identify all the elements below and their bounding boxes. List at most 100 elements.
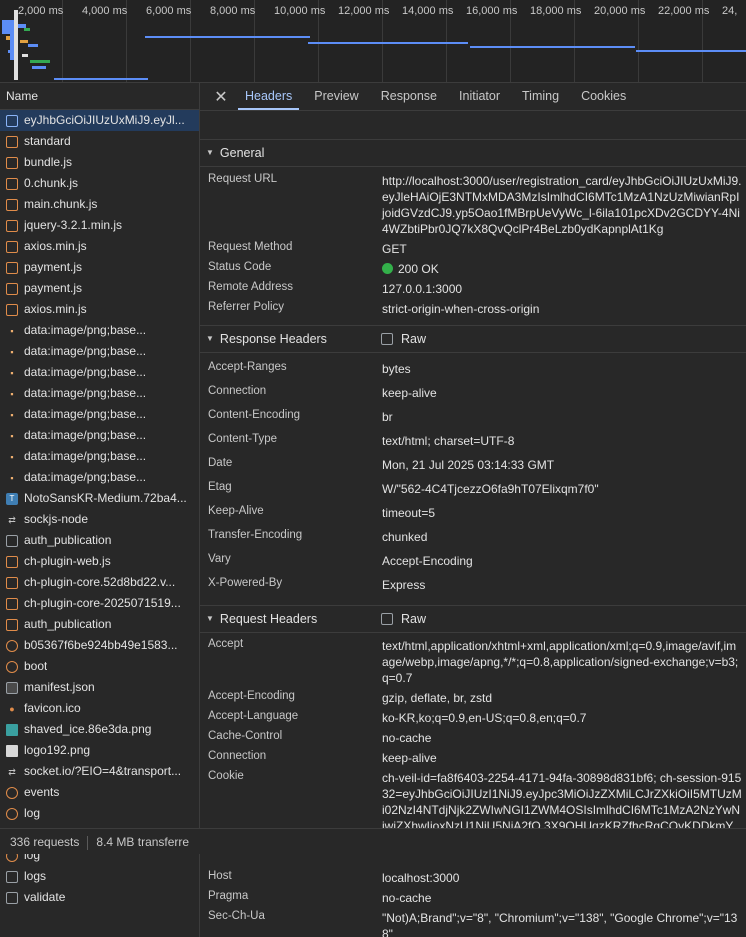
request-name: data:image/png;base... — [24, 344, 147, 358]
request-row[interactable]: ▪ data:image/png;base... — [0, 320, 199, 341]
request-row[interactable]: ▪ data:image/png;base... — [0, 425, 199, 446]
request-row[interactable]: ch-plugin-core-2025071519... — [0, 593, 199, 614]
request-name: log — [24, 806, 41, 820]
tab-cookies[interactable]: Cookies — [570, 83, 637, 110]
request-row[interactable]: logo192.png — [0, 740, 199, 761]
general-section-header[interactable]: ▼ General — [200, 139, 746, 167]
request-row[interactable]: log — [0, 803, 199, 824]
request-row[interactable]: auth_publication — [0, 530, 199, 551]
section-title: Request Headers — [219, 612, 318, 626]
timeline-tick-label: 4,000 ms — [82, 5, 128, 17]
header-value[interactable]: no-cache — [382, 730, 742, 746]
request-row[interactable]: ch-plugin-web.js — [0, 551, 199, 572]
request-row[interactable]: ⇄ socket.io/?EIO=4&transport... — [0, 761, 199, 782]
request-row[interactable]: ▪ data:image/png;base... — [0, 467, 199, 488]
header-value[interactable]: GET — [382, 241, 742, 257]
request-row[interactable]: bundle.js — [0, 152, 199, 173]
request-row[interactable]: axios.min.js — [0, 299, 199, 320]
request-row[interactable]: boot — [0, 656, 199, 677]
timeline-tick-label: 24, — [722, 5, 738, 17]
img-file-icon: ▪ — [10, 346, 14, 357]
tab-initiator[interactable]: Initiator — [448, 83, 511, 110]
request-row[interactable]: jquery-3.2.1.min.js — [0, 215, 199, 236]
request-row[interactable]: standard — [0, 131, 199, 152]
js-file-icon — [6, 576, 18, 589]
header-value[interactable]: 200 OK — [382, 261, 742, 277]
tab-preview[interactable]: Preview — [303, 83, 369, 110]
raw-toggle[interactable]: Raw — [381, 326, 426, 352]
request-row[interactable]: ▪ data:image/png;base... — [0, 362, 199, 383]
request-row[interactable]: ch-plugin-core.52d8bd22.v... — [0, 572, 199, 593]
tab-headers[interactable]: Headers — [234, 83, 303, 110]
header-value[interactable]: http://localhost:3000/user/registration_… — [382, 173, 742, 237]
xhr-file-icon — [6, 786, 18, 799]
header-value[interactable]: ko-KR,ko;q=0.9,en-US;q=0.8,en;q=0.7 — [382, 710, 742, 726]
header-value[interactable]: localhost:3000 — [382, 870, 742, 886]
raw-toggle[interactable]: Raw — [381, 606, 426, 632]
request-row[interactable]: validate — [0, 887, 199, 908]
request-row[interactable]: b05367f6be924bb49e1583... — [0, 635, 199, 656]
raw-checkbox[interactable] — [381, 333, 393, 345]
raw-checkbox[interactable] — [381, 613, 393, 625]
name-column-header[interactable]: Name — [0, 83, 199, 110]
request-name: shaved_ice.86e3da.png — [24, 722, 152, 736]
request-row[interactable]: eyJhbGciOiJIUzUxMiJ9.eyJl... — [0, 110, 199, 131]
img-file-icon: ▪ — [10, 409, 14, 420]
header-value[interactable]: gzip, deflate, br, zstd — [382, 690, 742, 706]
xhr-file-icon — [6, 639, 18, 652]
request-row[interactable]: ▪ data:image/png;base... — [0, 341, 199, 362]
request-row[interactable]: logs — [0, 866, 199, 887]
tab-timing[interactable]: Timing — [511, 83, 570, 110]
request-name: auth_publication — [24, 617, 112, 631]
request-details-panel: ✕ Headers Preview Response Initiator Timing C… — [200, 83, 746, 937]
header-value[interactable]: Mon, 21 Jul 2025 03:14:33 GMT — [382, 457, 742, 473]
header-value[interactable]: text/html,application/xhtml+xml,applicat… — [382, 638, 742, 686]
request-name: eyJhbGciOiJIUzUxMiJ9.eyJl... — [24, 113, 185, 127]
header-value[interactable]: text/html; charset=UTF-8 — [382, 433, 742, 449]
request-row[interactable]: ▪ data:image/png;base... — [0, 446, 199, 467]
header-value[interactable]: chunked — [382, 529, 742, 545]
header-value[interactable]: Accept-Encoding — [382, 553, 742, 569]
request-row[interactable]: auth_publication — [0, 614, 199, 635]
request-row[interactable]: shaved_ice.86e3da.png — [0, 719, 199, 740]
header-value[interactable]: bytes — [382, 361, 742, 377]
img-file-icon: ▪ — [10, 451, 14, 462]
request-row[interactable]: ▪ data:image/png;base... — [0, 383, 199, 404]
raw-label: Raw — [401, 332, 427, 346]
blank-file-icon — [6, 891, 18, 904]
header-name: Cookie — [208, 770, 244, 782]
network-overview-timeline[interactable]: 2,000 ms 4,000 ms 6,000 ms 8,000 ms 10,000 m… — [0, 0, 746, 83]
request-row[interactable]: T NotoSansKR-Medium.72ba4... — [0, 488, 199, 509]
timeline-tick-label: 14,000 ms — [402, 5, 454, 17]
fav-file-icon: ● — [9, 703, 15, 714]
header-value[interactable]: keep-alive — [382, 750, 742, 766]
request-row[interactable]: main.chunk.js — [0, 194, 199, 215]
request-row[interactable]: 0.chunk.js — [0, 173, 199, 194]
header-value[interactable]: Express — [382, 577, 742, 593]
response-section-header[interactable]: ▼ Response Headers Raw — [200, 325, 746, 353]
request-row[interactable]: ⇄ sockjs-node — [0, 509, 199, 530]
header-name: Etag — [208, 481, 232, 493]
close-icon[interactable]: ✕ — [208, 83, 234, 110]
request-row[interactable]: manifest.json — [0, 677, 199, 698]
request-row[interactable]: payment.js — [0, 278, 199, 299]
header-value[interactable]: timeout=5 — [382, 505, 742, 521]
request-row[interactable]: axios.min.js — [0, 236, 199, 257]
header-value[interactable]: keep-alive — [382, 385, 742, 401]
header-value[interactable]: br — [382, 409, 742, 425]
request-row[interactable]: payment.js — [0, 257, 199, 278]
doc-file-icon — [6, 114, 18, 127]
tab-response[interactable]: Response — [370, 83, 448, 110]
header-value[interactable]: no-cache — [382, 890, 742, 906]
request-section-header[interactable]: ▼ Request Headers Raw — [200, 605, 746, 633]
request-row[interactable]: ▪ data:image/png;base... — [0, 404, 199, 425]
header-value[interactable]: "Not)A;Brand";v="8", "Chromium";v="138",… — [382, 910, 742, 937]
header-value[interactable]: W/"562-4C4TjcezzO6fa9hT07Elixqm7f0" — [382, 481, 742, 497]
request-row[interactable]: ● favicon.ico — [0, 698, 199, 719]
request-row[interactable]: events — [0, 782, 199, 803]
header-value[interactable]: strict-origin-when-cross-origin — [382, 301, 742, 317]
request-name: axios.min.js — [24, 239, 87, 253]
header-value[interactable]: 127.0.0.1:3000 — [382, 281, 742, 297]
triangle-down-icon: ▼ — [206, 614, 214, 623]
png-file-icon — [6, 723, 18, 736]
